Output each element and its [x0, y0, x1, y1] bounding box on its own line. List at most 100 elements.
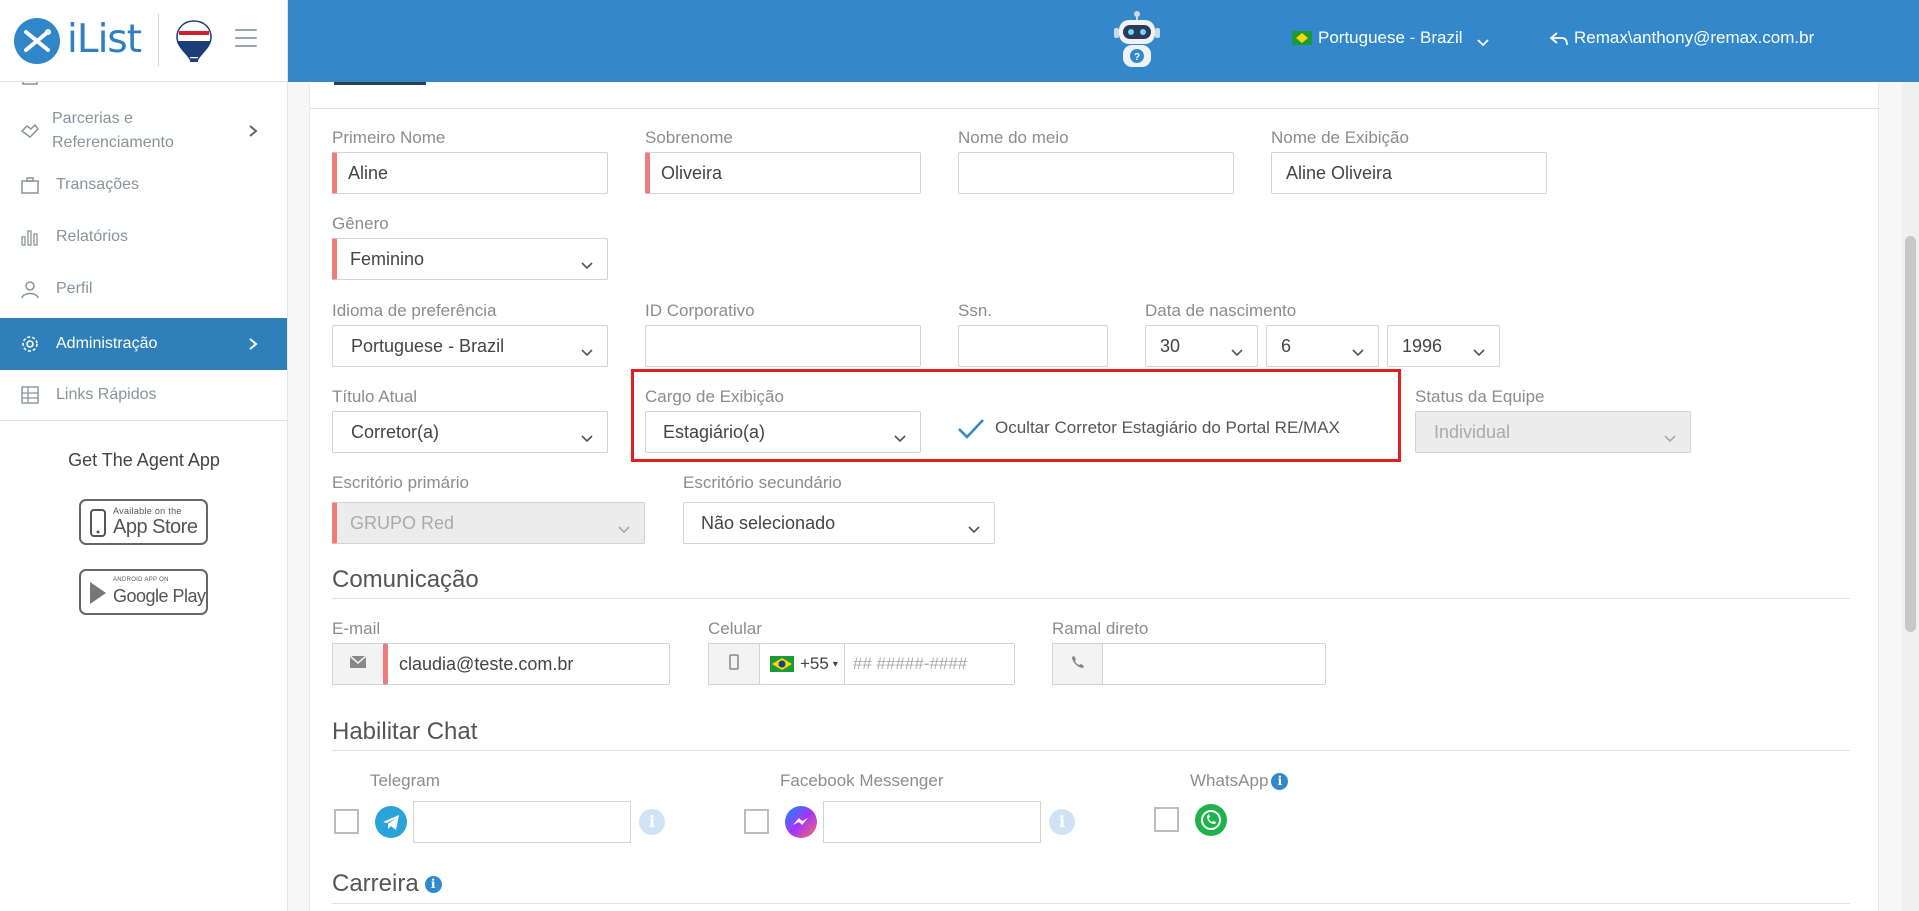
gender-label: Gênero [332, 214, 389, 233]
secondary-office-select[interactable]: Não selecionado [683, 502, 995, 544]
app-store-badge[interactable]: Available on the App Store [79, 499, 208, 545]
language-label: Portuguese - Brazil [1318, 28, 1463, 47]
birth-year-select[interactable]: 1996 [1387, 325, 1500, 367]
chevron-down-icon [1473, 342, 1485, 357]
envelope-icon [349, 654, 367, 674]
sidebar-item-label: Parcerias e Referenciamento [52, 110, 174, 151]
ssn-label: Ssn. [958, 301, 993, 320]
first-name-input[interactable]: Aline [332, 152, 608, 194]
user-icon [20, 279, 40, 299]
first-name-label: Primeiro Nome [332, 128, 446, 147]
messenger-info-icon[interactable]: i [1049, 809, 1075, 835]
current-title-label: Título Atual [332, 387, 418, 406]
sidebar-item-perfil[interactable]: Perfil [0, 272, 287, 306]
whatsapp-info-icon[interactable]: i [1271, 773, 1289, 791]
primary-office-select: GRUPO Red [332, 502, 645, 544]
telegram-info-icon[interactable]: i [639, 809, 665, 835]
mobile-label: Celular [708, 619, 762, 638]
primary-office-value: GRUPO Red [350, 512, 455, 533]
display-name-input[interactable]: Aline Oliveira [1271, 152, 1547, 194]
preferred-language-label: Idioma de preferência [332, 301, 497, 320]
middle-name-label: Nome do meio [958, 128, 1069, 147]
phone-icon [89, 509, 107, 537]
current-title-select[interactable]: Corretor(a) [332, 411, 608, 453]
corporate-id-label: ID Corporativo [645, 301, 755, 320]
get-app-title: Get The Agent App [68, 450, 220, 470]
middle-name-input[interactable] [958, 152, 1234, 194]
sidebar-item-parcerias[interactable]: Parcerias e Referenciamento [0, 103, 287, 159]
user-menu[interactable]: Remax\anthony@remax.com.br [1549, 28, 1814, 48]
sidebar-item-label: Links Rápidos [56, 386, 157, 403]
email-addon [332, 643, 384, 685]
ssn-input[interactable] [958, 325, 1108, 367]
primary-office-label: Escritório primário [332, 473, 469, 492]
messenger-input[interactable] [823, 801, 1041, 843]
chevron-down-icon [894, 428, 906, 443]
whatsapp-checkbox[interactable] [1154, 807, 1179, 832]
preferred-language-value: Portuguese - Brazil [351, 335, 505, 356]
google-play-badge[interactable]: ANDROID APP ON Google Play [79, 569, 208, 615]
language-selector[interactable]: Portuguese - Brazil [1292, 28, 1489, 48]
sidebar-item-label: Administração [56, 335, 158, 352]
messenger-checkbox[interactable] [744, 809, 769, 834]
display-role-value: Estagiário(a) [663, 421, 766, 442]
email-input[interactable]: claudia@teste.com.br [383, 643, 670, 685]
bar-chart-icon [20, 227, 40, 247]
gear-icon [20, 334, 40, 354]
hide-intern-label: Ocultar Corretor Estagiário do Portal RE… [995, 418, 1340, 437]
birth-day-select[interactable]: 30 [1145, 325, 1258, 367]
briefcase-icon [20, 175, 40, 195]
scrollbar-thumb[interactable] [1905, 236, 1916, 632]
sidebar: iList Documentos Parcerias e Referenciam… [0, 0, 288, 911]
display-name-label: Nome de Exibição [1271, 128, 1409, 147]
reply-arrow-icon [1549, 31, 1568, 46]
brand-bar: iList [0, 0, 287, 82]
career-info-icon[interactable]: i [424, 876, 442, 894]
team-status-select: Individual [1415, 411, 1691, 453]
sidebar-item-transacoes[interactable]: Transações [0, 168, 287, 202]
direct-line-addon [1052, 643, 1103, 685]
grid-icon [20, 385, 40, 405]
sidebar-item-relatorios[interactable]: Relatórios [0, 220, 287, 254]
gender-value: Feminino [350, 248, 425, 269]
birth-month-select[interactable]: 6 [1266, 325, 1379, 367]
sidebar-item-label: Transações [56, 176, 139, 193]
mobile-phone-icon [729, 653, 739, 675]
team-status-label: Status da Equipe [1415, 387, 1545, 406]
last-name-input[interactable]: Oliveira [645, 152, 921, 194]
chevron-down-icon [1476, 33, 1489, 47]
secondary-office-label: Escritório secundário [683, 473, 842, 492]
gender-select[interactable]: Feminino [332, 238, 608, 280]
corporate-id-input[interactable] [645, 325, 921, 367]
chevron-right-icon [248, 124, 258, 138]
country-code: +55 [800, 654, 829, 673]
chevron-down-icon [581, 342, 593, 357]
country-code-selector[interactable]: +55 ▾ [770, 644, 845, 684]
display-role-select[interactable]: Estagiário(a) [645, 411, 921, 453]
preferred-language-select[interactable]: Portuguese - Brazil [332, 325, 608, 367]
play-icon [89, 581, 107, 609]
brazil-flag-icon [1292, 31, 1312, 45]
email-label: E-mail [332, 619, 381, 638]
help-bot-icon[interactable]: ? [1106, 8, 1168, 74]
hide-intern-checkbox[interactable] [957, 418, 985, 440]
chevron-right-icon [248, 337, 258, 351]
whatsapp-label-row: WhatsApp i [1190, 771, 1289, 791]
current-title-value: Corretor(a) [351, 421, 440, 442]
messenger-label: Facebook Messenger [780, 771, 944, 790]
display-role-label: Cargo de Exibição [645, 387, 784, 406]
telegram-input[interactable] [413, 801, 631, 843]
sidebar-item-administracao[interactable]: Administração [0, 318, 287, 370]
chevron-down-icon [581, 255, 593, 270]
whatsapp-label: WhatsApp [1190, 771, 1269, 790]
caret-down-icon: ▾ [832, 658, 838, 670]
mobile-input-group[interactable]: +55 ▾ ## #####-#### [759, 643, 1015, 685]
svg-text:?: ? [1134, 52, 1140, 63]
sidebar-item-links-rapidos[interactable]: Links Rápidos [0, 378, 287, 412]
telegram-checkbox[interactable] [334, 809, 359, 834]
whatsapp-icon [1195, 804, 1227, 836]
direct-line-input[interactable] [1102, 643, 1326, 685]
menu-toggle-icon[interactable] [235, 29, 257, 47]
mobile-addon [708, 643, 760, 685]
chevron-down-icon [968, 519, 980, 534]
